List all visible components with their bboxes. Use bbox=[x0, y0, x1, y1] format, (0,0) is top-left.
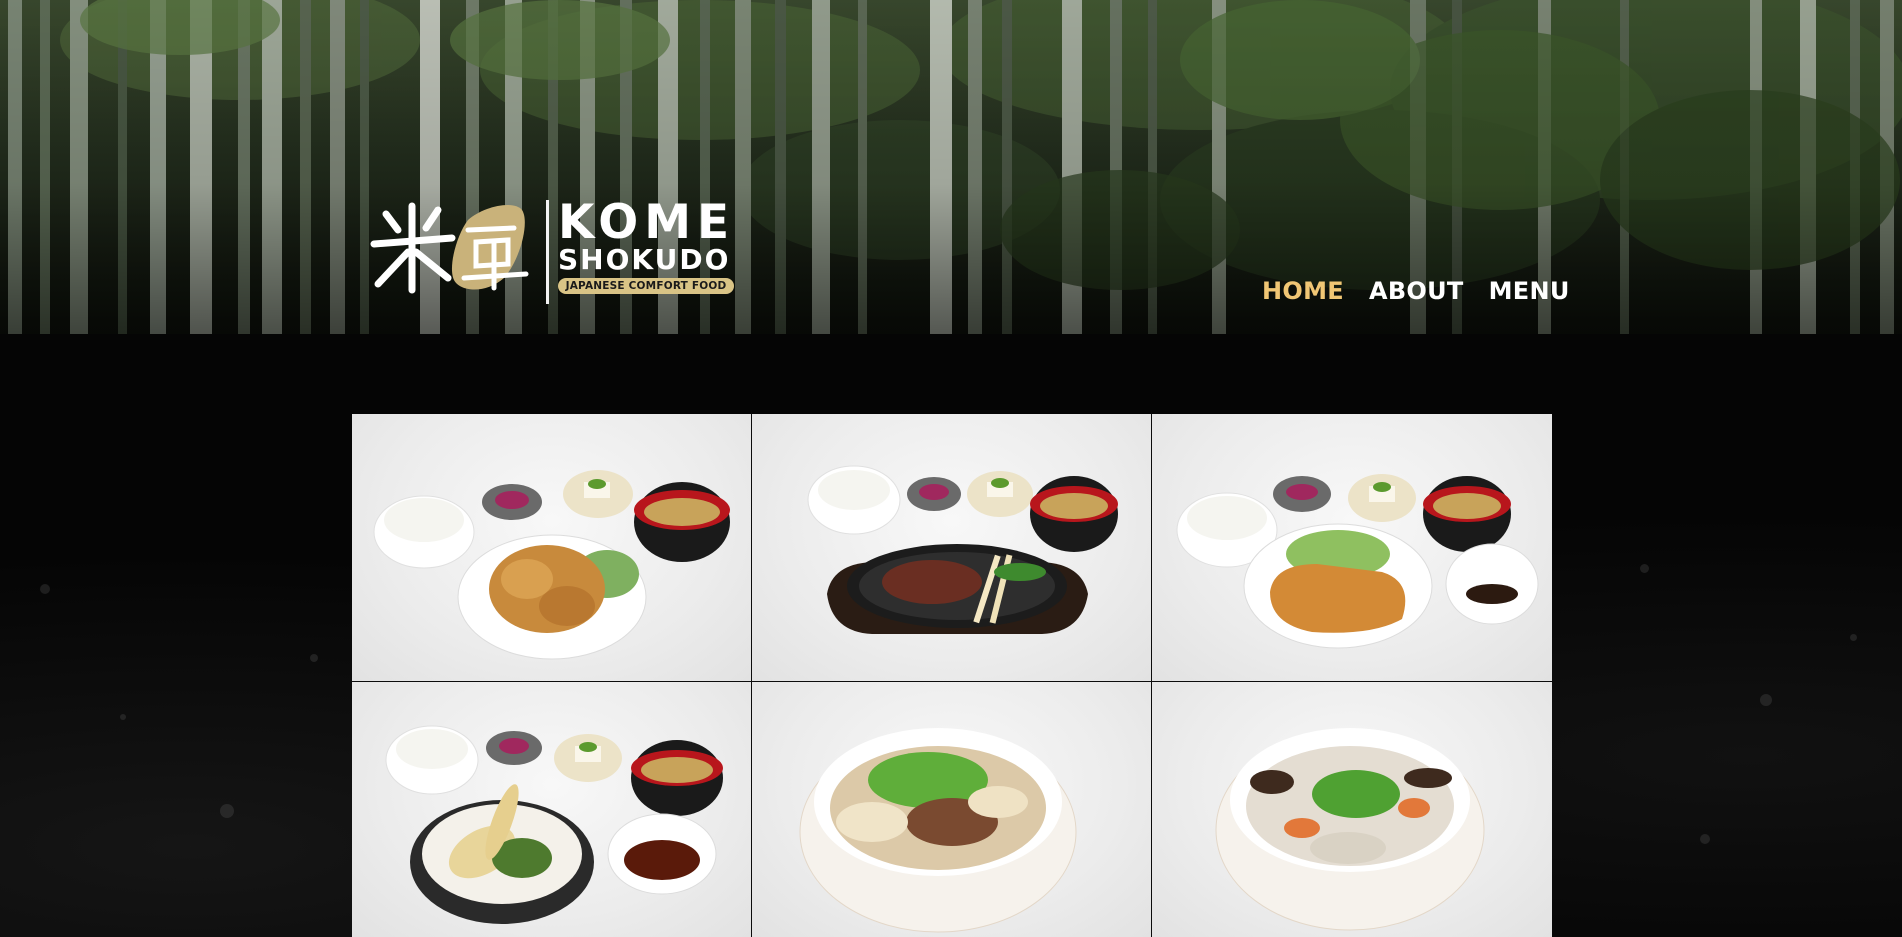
brand-logo[interactable]: KOME SHOKUDO JAPANESE COMFORT FOOD bbox=[364, 198, 736, 306]
tempura-set-image bbox=[385, 725, 723, 924]
food-gallery bbox=[352, 414, 1552, 937]
tonjiru-soup-image bbox=[1215, 728, 1485, 931]
bg-speck bbox=[40, 584, 50, 594]
bg-speck bbox=[1700, 834, 1710, 844]
main-nav: HOME ABOUT MENU bbox=[1262, 274, 1570, 308]
nav-menu-link[interactable]: MENU bbox=[1489, 277, 1570, 305]
tempura-set-photo[interactable] bbox=[352, 682, 751, 937]
beef-udon-photo[interactable] bbox=[752, 682, 1151, 937]
steak-set-photo[interactable] bbox=[752, 414, 1151, 681]
nav-about-link[interactable]: ABOUT bbox=[1369, 277, 1464, 305]
bg-speck bbox=[120, 714, 126, 720]
bg-speck bbox=[220, 804, 234, 818]
tonkatsu-set-photo[interactable] bbox=[1152, 414, 1552, 681]
nav-home-link[interactable]: HOME bbox=[1262, 277, 1344, 305]
tonkatsu-set-image bbox=[1176, 474, 1539, 649]
beef-udon-image bbox=[799, 728, 1077, 933]
logo-divider bbox=[546, 200, 549, 304]
tonjiru-soup-photo[interactable] bbox=[1152, 682, 1552, 937]
karaage-set-image bbox=[373, 470, 730, 660]
steak-set-image bbox=[807, 465, 1118, 634]
brand-tagline: JAPANESE COMFORT FOOD bbox=[558, 278, 734, 294]
bg-speck bbox=[1640, 564, 1649, 573]
kanji-logo-mark bbox=[370, 202, 529, 294]
brand-name-line1: KOME bbox=[558, 195, 736, 250]
brand-name-line2: SHOKUDO bbox=[558, 243, 731, 276]
bg-speck bbox=[1850, 634, 1857, 641]
bg-speck bbox=[1760, 694, 1772, 706]
hero-overlay bbox=[0, 0, 1902, 334]
hero-banner: KOME SHOKUDO JAPANESE COMFORT FOOD HOME … bbox=[0, 0, 1902, 334]
karaage-set-photo[interactable] bbox=[352, 414, 751, 681]
bg-speck bbox=[310, 654, 318, 662]
